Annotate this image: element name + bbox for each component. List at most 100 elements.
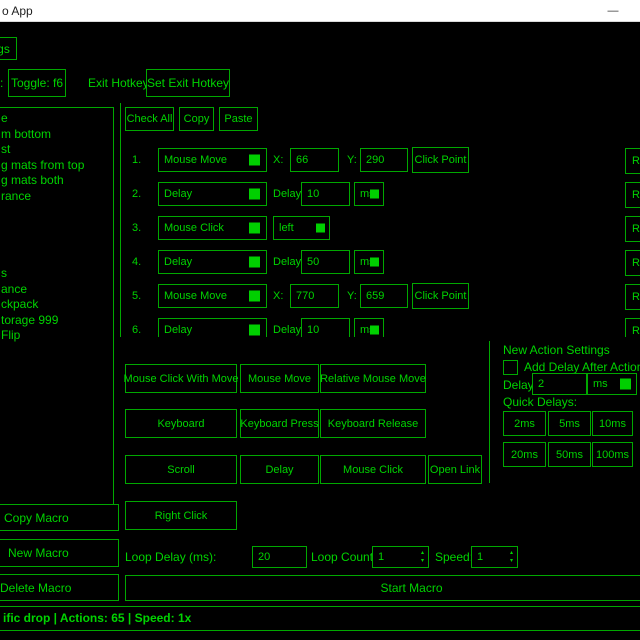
tab-settings[interactable]: gs	[0, 37, 17, 60]
delay-input[interactable]	[301, 182, 350, 206]
action-type-dropdown[interactable]: Delay	[158, 250, 267, 274]
list-item[interactable]: torage 999	[0, 313, 113, 329]
mouse-button-value: left	[279, 222, 294, 234]
add-delay-checkbox[interactable]	[503, 360, 518, 375]
right-click-button[interactable]: Right Click	[125, 501, 237, 530]
click-point-button[interactable]: Click Point	[412, 283, 469, 309]
dropdown-indicator-icon	[370, 258, 379, 267]
action-row: 6. Delay Delay ms R	[121, 318, 640, 337]
window-title: o App	[2, 4, 33, 18]
list-item[interactable]: ckpack	[0, 297, 113, 313]
check-all-button[interactable]: Check All	[125, 107, 174, 131]
mouse-button-dropdown[interactable]: left	[273, 216, 330, 240]
action-type-dropdown[interactable]: Mouse Move	[158, 148, 267, 172]
quick-delay-20ms-button[interactable]: 20ms	[503, 442, 546, 467]
paste-button[interactable]: Paste	[219, 107, 258, 131]
list-item[interactable]	[0, 204, 113, 220]
minimize-button[interactable]: —	[594, 0, 632, 22]
remove-button[interactable]: R	[625, 318, 640, 337]
stepper-arrows-icon[interactable]: ▴▾	[421, 549, 424, 565]
set-exit-hotkey-button[interactable]: Set Exit Hotkey	[146, 69, 230, 97]
remove-button[interactable]: R	[625, 250, 640, 276]
quick-delay-50ms-button[interactable]: 50ms	[548, 442, 591, 467]
list-item[interactable]	[0, 235, 113, 251]
remove-button[interactable]: R	[625, 284, 640, 310]
list-item[interactable]	[0, 220, 113, 236]
action-type-dropdown[interactable]: Delay	[158, 318, 267, 337]
new-action-unit-dropdown[interactable]: ms	[587, 373, 637, 395]
click-point-button[interactable]: Click Point	[412, 147, 469, 173]
copy-macro-button[interactable]: Copy Macro	[0, 504, 119, 531]
remove-button[interactable]: R	[625, 216, 640, 242]
loop-count-stepper[interactable]: 1 ▴▾	[372, 546, 429, 568]
y-input[interactable]	[360, 148, 408, 172]
x-input[interactable]	[290, 148, 339, 172]
keyboard-button[interactable]: Keyboard	[125, 409, 237, 438]
unit-dropdown[interactable]: ms	[354, 250, 384, 274]
quick-delay-100ms-button[interactable]: 100ms	[592, 442, 633, 467]
action-type-value: Mouse Click	[164, 222, 224, 234]
quick-delays-label: Quick Delays:	[503, 395, 577, 409]
keyboard-press-button[interactable]: Keyboard Press	[240, 409, 319, 438]
delay-label: Delay	[273, 324, 301, 336]
remove-button[interactable]: R	[625, 182, 640, 208]
remove-button[interactable]: R	[625, 148, 640, 174]
list-item[interactable]: g mats both	[0, 173, 113, 189]
new-macro-button[interactable]: New Macro	[0, 539, 119, 567]
mouse-click-button[interactable]: Mouse Click	[320, 455, 426, 484]
macro-list[interactable]: e m bottom st g mats from top g mats bot…	[0, 107, 114, 505]
relative-mouse-move-button[interactable]: Relative Mouse Move	[320, 364, 426, 393]
keyboard-release-button[interactable]: Keyboard Release	[320, 409, 426, 438]
quick-delay-2ms-button[interactable]: 2ms	[503, 411, 546, 436]
status-bar: ific drop | Actions: 65 | Speed: 1x	[0, 606, 640, 631]
unit-dropdown[interactable]: ms	[354, 318, 384, 337]
list-item[interactable]: st	[0, 142, 113, 158]
mouse-move-button[interactable]: Mouse Move	[240, 364, 319, 393]
toggle-hotkey-button[interactable]: Toggle: f6	[8, 69, 66, 97]
action-rows-list[interactable]: 1. Mouse Move X: Y: Click Point R 2. Del…	[121, 140, 640, 337]
x-label: X:	[273, 154, 283, 166]
delete-macro-button[interactable]: Delete Macro	[0, 574, 119, 601]
quick-delay-10ms-button[interactable]: 10ms	[592, 411, 633, 436]
action-type-value: Delay	[164, 188, 192, 200]
exit-hotkey-label: Exit Hotkey:	[88, 76, 152, 90]
mouse-click-with-move-button[interactable]: Mouse Click With Move	[125, 364, 237, 393]
list-item[interactable]: g mats from top	[0, 158, 113, 174]
delay-input[interactable]	[301, 318, 350, 337]
list-item[interactable]: e	[0, 111, 113, 127]
y-input[interactable]	[360, 284, 408, 308]
speed-label: Speed:	[435, 550, 473, 564]
loop-count-label: Loop Count:	[311, 550, 376, 564]
action-type-dropdown[interactable]: Mouse Click	[158, 216, 267, 240]
list-item[interactable]: Flip	[0, 328, 113, 344]
open-link-button[interactable]: Open Link	[428, 455, 482, 484]
speed-stepper[interactable]: 1 ▴▾	[471, 546, 518, 568]
list-item[interactable]: ance	[0, 282, 113, 298]
row-number: 6.	[132, 324, 141, 336]
action-type-dropdown[interactable]: Mouse Move	[158, 284, 267, 308]
action-type-value: Mouse Move	[164, 154, 227, 166]
action-row: 1. Mouse Move X: Y: Click Point R	[121, 148, 640, 174]
add-delay-label: Add Delay After Action	[524, 360, 640, 374]
list-item[interactable]	[0, 251, 113, 267]
row-number: 5.	[132, 290, 141, 302]
dropdown-indicator-icon	[249, 189, 260, 200]
loop-delay-input[interactable]	[252, 546, 307, 568]
new-action-delay-input[interactable]	[532, 373, 587, 395]
unit-dropdown[interactable]: ms	[354, 182, 384, 206]
scroll-button[interactable]: Scroll	[125, 455, 237, 484]
copy-button[interactable]: Copy	[179, 107, 214, 131]
delay-input[interactable]	[301, 250, 350, 274]
start-macro-button[interactable]: Start Macro	[125, 575, 640, 601]
unit-value: ms	[593, 378, 608, 390]
list-item[interactable]: rance	[0, 189, 113, 205]
row-number: 3.	[132, 222, 141, 234]
action-type-value: Delay	[164, 324, 192, 336]
quick-delay-5ms-button[interactable]: 5ms	[548, 411, 591, 436]
list-item[interactable]: s	[0, 266, 113, 282]
x-input[interactable]	[290, 284, 339, 308]
stepper-arrows-icon[interactable]: ▴▾	[510, 549, 513, 565]
delay-button[interactable]: Delay	[240, 455, 319, 484]
action-type-dropdown[interactable]: Delay	[158, 182, 267, 206]
list-item[interactable]: m bottom	[0, 127, 113, 143]
